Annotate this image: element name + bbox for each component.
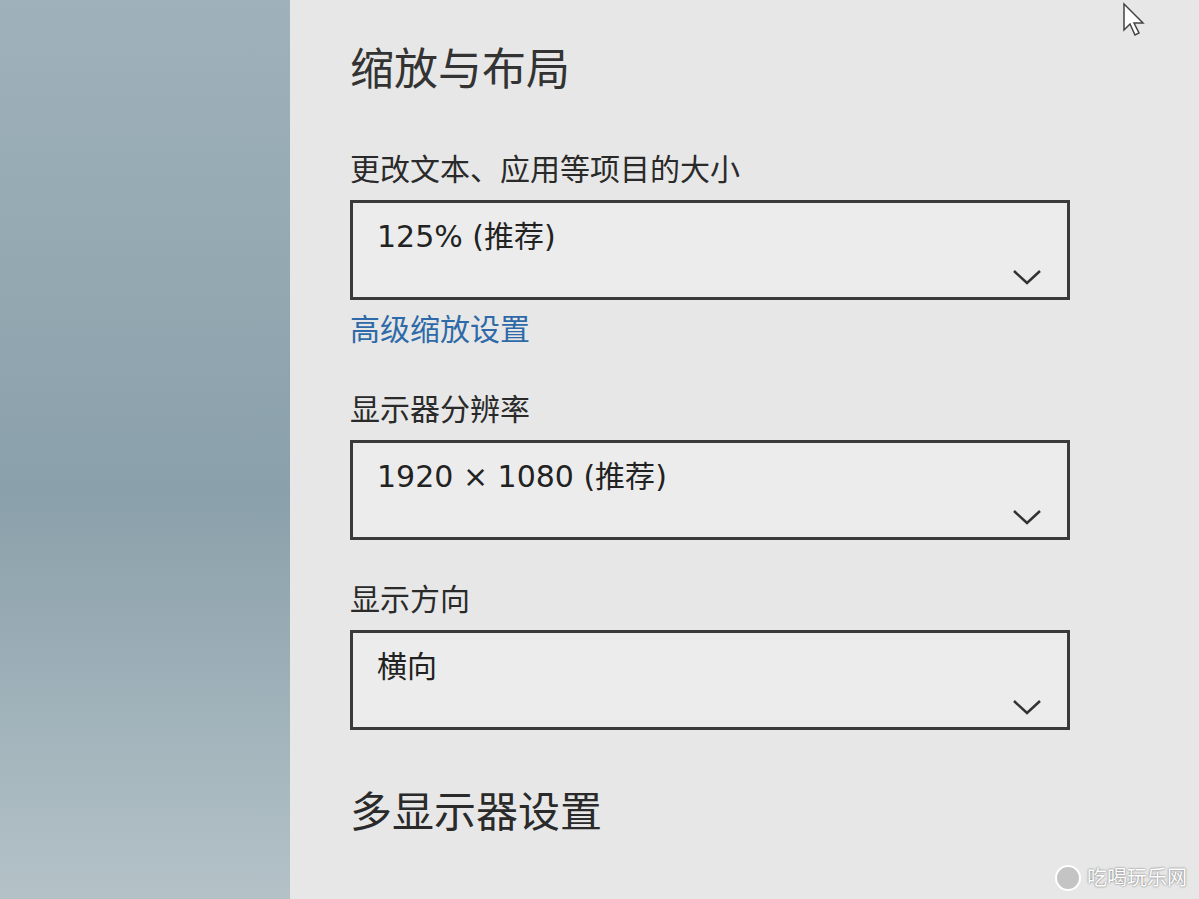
dropdown[interactable]: 1920 × 1080 (推荐) [350,440,1070,540]
dropdown-value: 125% (推荐) [377,217,1043,257]
setting-item: 高级缩放设置 [350,300,1159,350]
setting-item: 显示方向横向 [350,580,1159,730]
watermark-logo-icon [1055,865,1081,891]
settings-panel: 缩放与布局更改文本、应用等项目的大小 125% (推荐) 高级缩放设置显示器分辨率 1… [290,0,1199,899]
setting-label: 更改文本、应用等项目的大小 [350,150,1159,190]
dropdown-value: 1920 × 1080 (推荐) [377,457,1043,497]
setting-label: 显示器分辨率 [350,390,1159,430]
dropdown[interactable]: 125% (推荐) [350,200,1070,300]
page-title: 缩放与布局 [350,40,1159,100]
setting-label: 显示方向 [350,580,1159,620]
dropdown[interactable]: 横向 [350,630,1070,730]
section-heading: 多显示器设置 [350,785,1159,841]
mouse-cursor-icon [1121,2,1149,38]
setting-item: 更改文本、应用等项目的大小 125% (推荐) [350,150,1159,300]
chevron-down-icon [1011,267,1043,287]
watermark: 吃喝玩乐网 [1055,865,1187,891]
dropdown-value: 横向 [377,647,1043,687]
chevron-down-icon [1011,507,1043,527]
chevron-down-icon [1011,697,1043,717]
watermark-text: 吃喝玩乐网 [1087,865,1187,891]
desktop-background [0,0,290,899]
setting-item: 显示器分辨率 1920 × 1080 (推荐) [350,390,1159,540]
settings-link[interactable]: 高级缩放设置 [350,310,530,350]
